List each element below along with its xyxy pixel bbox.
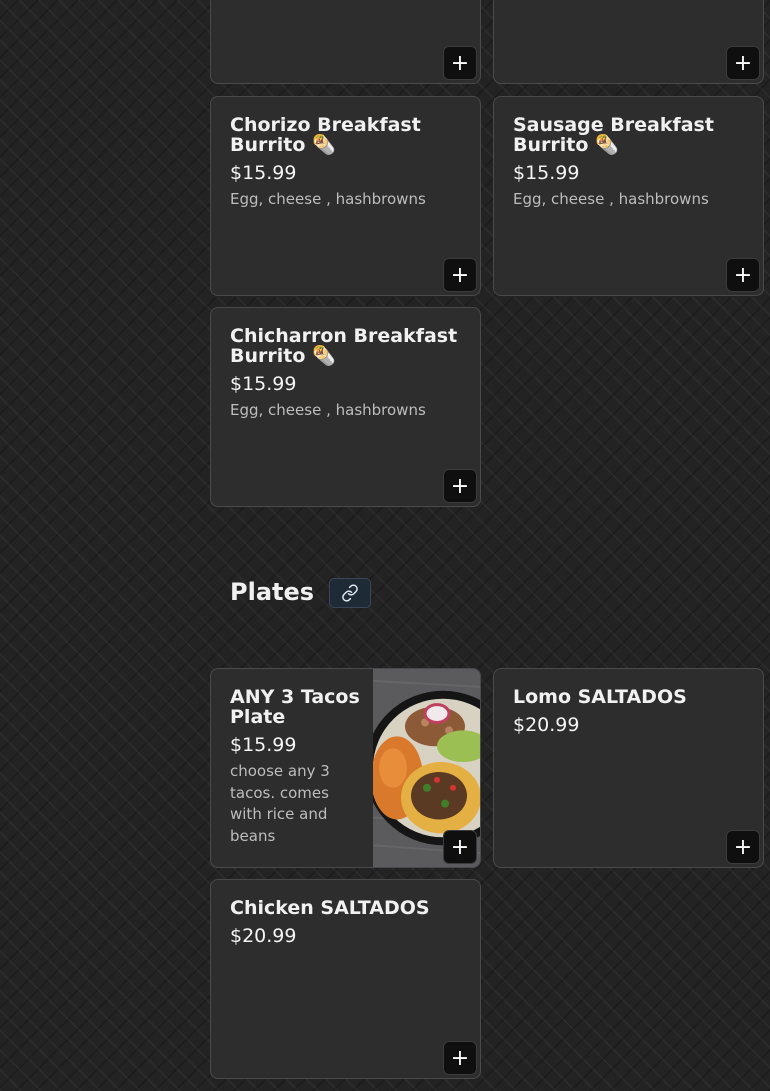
add-to-cart-button[interactable]: + [726,258,760,292]
menu-item-name: Chicharron Breakfast Burrito 🌯 [230,325,458,367]
menu-item-description: choose any 3 tacos. comes with rice and … [230,762,330,845]
menu-item-name: ANY 3 Tacos Plate [230,686,360,728]
menu-item-card[interactable]: Lomo SALTADOS $20.99 + [493,668,764,868]
add-to-cart-button[interactable]: + [443,830,477,864]
menu-item-description: Egg, cheese , hashbrowns [230,401,426,419]
add-to-cart-button[interactable]: + [443,469,477,503]
section-title: Plates [230,578,315,606]
menu-item-info: Chicken SALTADOS $20.99 [230,898,466,947]
menu-item-info: Sausage Breakfast Burrito 🌯 $15.99 Egg, … [513,115,749,211]
menu-item-price: $20.99 [230,925,297,947]
menu-item-description: Egg, cheese , hashbrowns [513,190,709,208]
menu-item-price: $15.99 [513,162,580,184]
menu-item-card[interactable]: Chicharron Breakfast Burrito 🌯 $15.99 Eg… [210,307,481,507]
menu-item-price: $20.99 [513,714,580,736]
copy-section-link-button[interactable] [329,578,371,608]
menu-item-price: $15.99 [230,734,297,756]
menu-item-description: Egg, cheese , hashbrowns [230,190,426,208]
menu-item-name: Chicken SALTADOS [230,897,430,919]
menu-item-card[interactable]: ANY 3 Tacos Plate $15.99 choose any 3 ta… [210,668,481,868]
menu-item-name: Lomo SALTADOS [513,686,687,708]
add-to-cart-button[interactable]: + [443,46,477,80]
menu-item-info: Lomo SALTADOS $20.99 [513,687,749,736]
add-to-cart-button[interactable]: + [443,1041,477,1075]
menu-item-info: Chorizo Breakfast Burrito 🌯 $15.99 Egg, … [230,115,466,211]
menu-item-price: $15.99 [230,162,297,184]
add-to-cart-button[interactable]: + [726,46,760,80]
menu-item-card[interactable]: Chorizo Breakfast Burrito 🌯 $15.99 Egg, … [210,96,481,296]
menu-item-card[interactable]: Sausage Breakfast Burrito 🌯 $15.99 Egg, … [493,96,764,296]
menu-item-card[interactable]: Chicken SALTADOS $20.99 + [210,879,481,1079]
menu-item-name: Chorizo Breakfast Burrito 🌯 [230,114,421,156]
add-to-cart-button[interactable]: + [443,258,477,292]
menu-item-name: Sausage Breakfast Burrito 🌯 [513,114,714,156]
menu-item-info: ANY 3 Tacos Plate $15.99 choose any 3 ta… [230,687,362,847]
menu-item-info: Chicharron Breakfast Burrito 🌯 $15.99 Eg… [230,326,466,422]
add-to-cart-button[interactable]: + [726,830,760,864]
menu-item-price: $15.99 [230,373,297,395]
menu-item-card[interactable]: + [210,0,481,84]
link-icon [342,584,358,602]
menu-item-card[interactable]: + [493,0,764,84]
